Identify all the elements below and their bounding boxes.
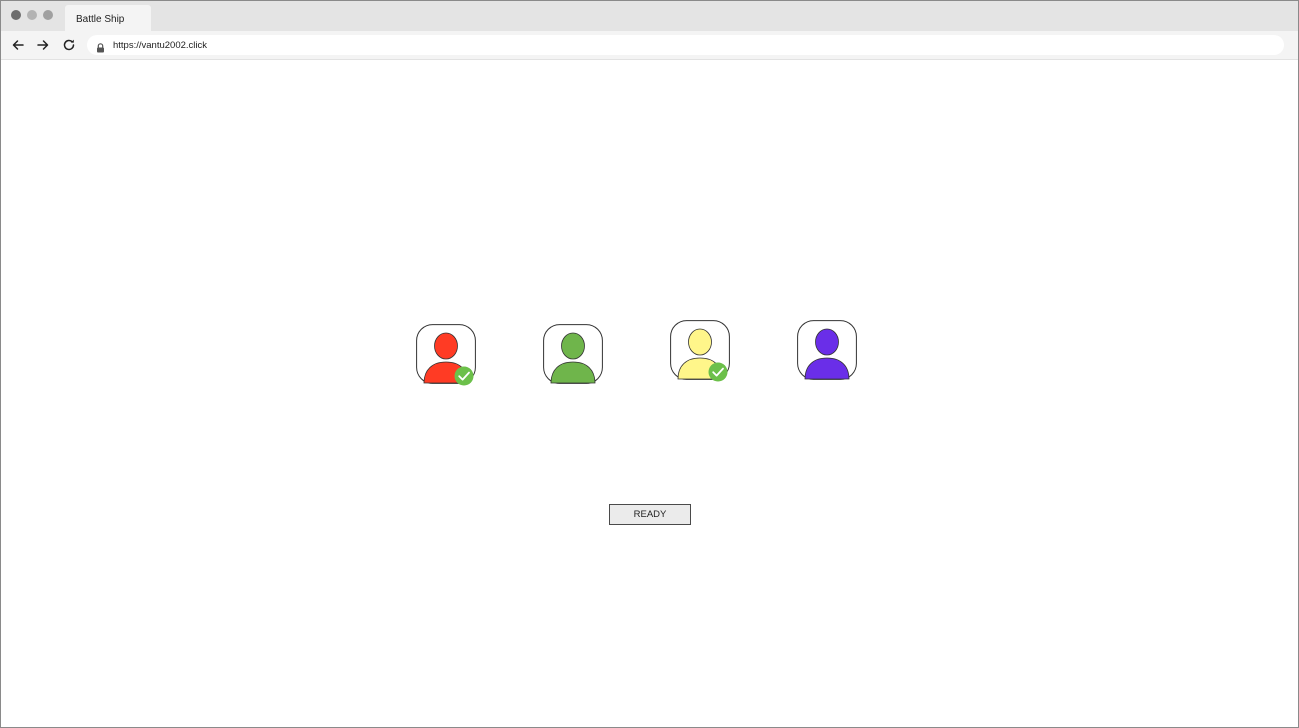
arrow-left-icon[interactable]: [10, 37, 26, 53]
ready-button[interactable]: READY: [609, 504, 691, 525]
player-head-1: [434, 332, 458, 360]
tab-bar: Battle Ship: [1, 1, 1298, 31]
url-text: https://vantu2002.click: [113, 40, 207, 51]
player-avatar-4[interactable]: [797, 320, 857, 380]
window-minimize-dot[interactable]: [27, 10, 37, 20]
reload-icon[interactable]: [61, 37, 77, 53]
player-head-3: [688, 328, 712, 356]
browser-tab[interactable]: Battle Ship: [65, 5, 151, 31]
player-head-2: [561, 332, 585, 360]
player-avatar-2[interactable]: [543, 324, 603, 384]
player-head-4: [815, 328, 839, 356]
window-maximize-dot[interactable]: [43, 10, 53, 20]
ready-check-icon: [708, 362, 728, 382]
browser-toolbar: https://vantu2002.click: [1, 31, 1298, 60]
window-close-dot[interactable]: [11, 10, 21, 20]
tab-title: Battle Ship: [76, 14, 125, 25]
address-bar[interactable]: https://vantu2002.click: [87, 35, 1284, 55]
browser-window: Battle Ship https://vantu2002.click READ…: [0, 0, 1299, 728]
ready-check-icon: [454, 366, 474, 386]
lock-icon: [96, 40, 105, 53]
arrow-right-icon[interactable]: [35, 37, 51, 53]
